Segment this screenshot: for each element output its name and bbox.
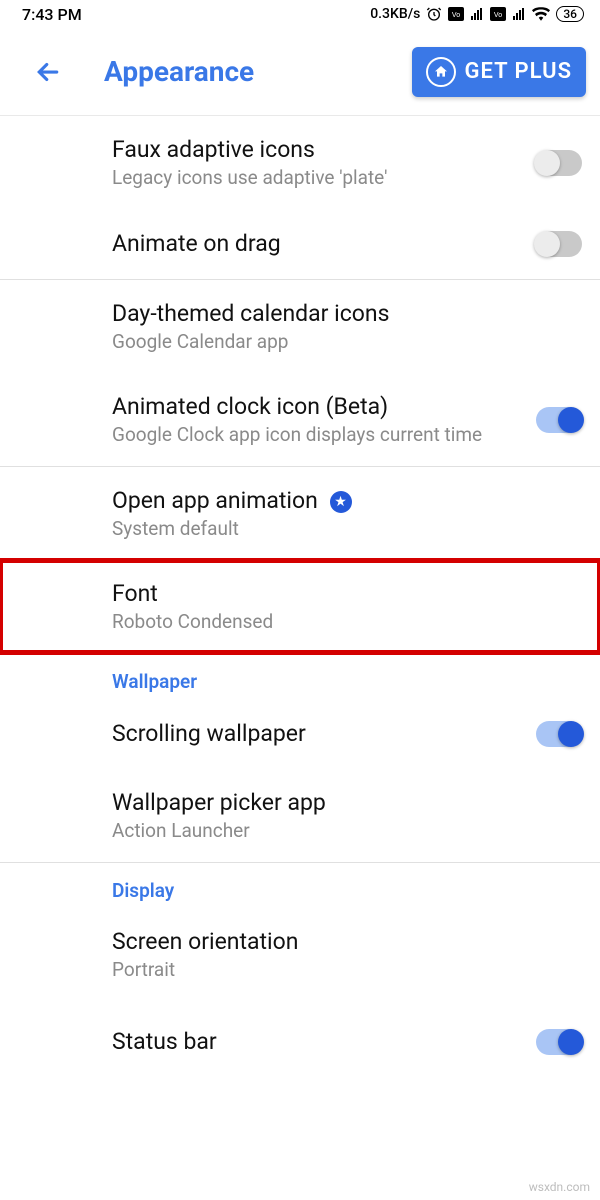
star-icon: ★ xyxy=(330,491,352,513)
signal-icon-2 xyxy=(512,7,526,21)
home-icon xyxy=(426,57,456,87)
row-title: Font xyxy=(112,580,582,608)
app-header: Appearance GET PLUS xyxy=(0,28,600,116)
row-title: Screen orientation xyxy=(112,928,582,956)
svg-text:Vo: Vo xyxy=(452,12,460,19)
row-subtitle: Portrait xyxy=(112,959,582,981)
row-title: Wallpaper picker app xyxy=(112,789,582,817)
status-net: 0.3KB/s xyxy=(370,6,420,22)
row-title: Animate on drag xyxy=(112,230,536,258)
svg-text:Vo: Vo xyxy=(494,12,502,19)
row-subtitle: Google Calendar app xyxy=(112,331,582,353)
row-subtitle: Legacy icons use adaptive 'plate' xyxy=(112,167,536,189)
alarm-icon xyxy=(426,6,442,22)
row-subtitle: Roboto Condensed xyxy=(112,611,582,633)
wifi-icon xyxy=(532,7,550,21)
row-wallpaper-picker[interactable]: Wallpaper picker app Action Launcher xyxy=(0,769,600,862)
row-screen-orientation[interactable]: Screen orientation Portrait xyxy=(0,908,600,1001)
row-title: Animated clock icon (Beta) xyxy=(112,393,536,421)
row-subtitle: Action Launcher xyxy=(112,820,582,842)
row-title: Day-themed calendar icons xyxy=(112,300,582,328)
row-title: Scrolling wallpaper xyxy=(112,720,536,748)
row-status-bar[interactable]: Status bar xyxy=(0,1001,600,1071)
status-bar: 7:43 PM 0.3KB/s Vo Vo 36 xyxy=(0,0,600,28)
arrow-left-icon xyxy=(33,57,63,87)
row-animate-on-drag[interactable]: Animate on drag xyxy=(0,209,600,279)
section-display: Display xyxy=(0,863,600,908)
volte-icon-2: Vo xyxy=(490,7,506,21)
section-wallpaper: Wallpaper xyxy=(0,654,600,699)
get-plus-button[interactable]: GET PLUS xyxy=(412,47,586,97)
row-day-calendar-icons[interactable]: Day-themed calendar icons Google Calenda… xyxy=(0,280,600,373)
status-icons: 0.3KB/s Vo Vo 36 xyxy=(370,6,584,22)
toggle-scrolling-wallpaper[interactable] xyxy=(536,721,582,747)
settings-list: Faux adaptive icons Legacy icons use ada… xyxy=(0,116,600,1071)
toggle-faux[interactable] xyxy=(536,150,582,176)
row-animated-clock-icon[interactable]: Animated clock icon (Beta) Google Clock … xyxy=(0,373,600,466)
row-title: Faux adaptive icons xyxy=(112,136,536,164)
battery-icon: 36 xyxy=(556,6,584,22)
watermark: wsxdn.com xyxy=(529,1180,590,1194)
back-button[interactable] xyxy=(28,52,68,92)
page-title: Appearance xyxy=(104,55,254,88)
toggle-clock[interactable] xyxy=(536,407,582,433)
row-open-app-animation[interactable]: Open app animation ★ System default xyxy=(0,467,600,560)
row-title: Status bar xyxy=(112,1028,536,1056)
section-label: Display xyxy=(112,879,174,902)
toggle-animate-drag[interactable] xyxy=(536,231,582,257)
volte-icon-1: Vo xyxy=(448,7,464,21)
row-title: Open app animation ★ xyxy=(112,487,582,515)
section-label: Wallpaper xyxy=(112,670,197,693)
get-plus-label: GET PLUS xyxy=(464,59,572,84)
row-subtitle: Google Clock app icon displays current t… xyxy=(112,424,536,446)
toggle-status-bar[interactable] xyxy=(536,1029,582,1055)
signal-icon-1 xyxy=(470,7,484,21)
row-font[interactable]: Font Roboto Condensed xyxy=(0,560,600,653)
row-scrolling-wallpaper[interactable]: Scrolling wallpaper xyxy=(0,699,600,769)
row-faux-adaptive-icons[interactable]: Faux adaptive icons Legacy icons use ada… xyxy=(0,116,600,209)
status-time: 7:43 PM xyxy=(22,5,82,24)
row-subtitle: System default xyxy=(112,518,582,540)
